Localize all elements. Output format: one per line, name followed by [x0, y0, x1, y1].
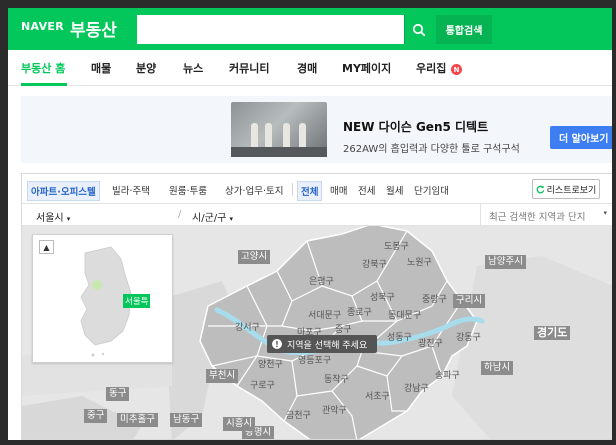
map-label-dongdaemun[interactable]: 동대문구 [388, 310, 421, 322]
map-label-jongno[interactable]: 종로구 [347, 307, 372, 319]
map-label-eunpyeong[interactable]: 은평구 [309, 276, 334, 288]
combined-search-button[interactable]: 통합검색 [436, 15, 492, 44]
map-label-namyangju[interactable]: 남양주시 [485, 255, 526, 269]
map-label-junggu-incheon[interactable]: 중구 [84, 409, 108, 423]
filter-commercial[interactable]: 상가·업무·토지 [222, 181, 286, 199]
map-label-namdong[interactable]: 남동구 [170, 413, 203, 427]
nav-item-home[interactable]: 부동산 홈 [21, 60, 65, 76]
map-label-gangbuk[interactable]: 강북구 [362, 259, 387, 271]
deal-jeonse[interactable]: 전세 [355, 181, 378, 199]
tooltip-text: 지역을 선택해 주세요 [287, 340, 368, 351]
ad-learn-more-button[interactable]: 더 알아보기 › [550, 126, 612, 149]
deal-monthly[interactable]: 월세 [383, 181, 406, 199]
divider [292, 183, 293, 196]
filter-bar: 아파트·오피스텔 빌라·주택 원룸·투룸 상가·업무·토지 전체 매매 전세 월… [22, 174, 612, 204]
nav-item-listings[interactable]: 매물 [91, 60, 111, 76]
nav-item-myhome[interactable]: 우리집 [416, 60, 446, 76]
new-badge: N [451, 64, 462, 75]
map-label-jungnang[interactable]: 중랑구 [422, 294, 447, 306]
select-region-tooltip: ! 지역을 선택해 주세요 [267, 335, 377, 353]
map-label-seongbuk[interactable]: 성북구 [370, 292, 395, 304]
list-view-label: 리스트로보기 [546, 185, 597, 196]
city-select[interactable]: 서울시 ▾ [36, 209, 70, 224]
info-icon: ! [272, 339, 282, 349]
map-label-geumcheon[interactable]: 금천구 [286, 410, 311, 422]
minimap[interactable]: ▲ 서울특 [32, 234, 173, 363]
ad-title: NEW 다이슨 Gen5 디텍트 [343, 120, 489, 134]
search-input[interactable] [137, 15, 404, 44]
map-label-gwanak[interactable]: 관악구 [322, 405, 347, 417]
nav-item-community[interactable]: 커뮤니티 [229, 60, 269, 76]
ad-banner[interactable]: NEW 다이슨 Gen5 디텍트 262AW의 흡입력과 다양한 툴로 구석구석… [21, 96, 612, 163]
map-label-dobong[interactable]: 도봉구 [384, 241, 409, 253]
recent-searches-label: 최근 검색한 지역과 단지 [489, 212, 586, 223]
filter-apt-officetel[interactable]: 아파트·오피스텔 [27, 181, 100, 201]
minimap-current-region: 서울특 [123, 294, 151, 308]
chevron-down-icon: ▾ [66, 215, 71, 223]
region-separator: / [178, 209, 182, 220]
deal-sale[interactable]: 매매 [327, 181, 350, 199]
nav-item-news[interactable]: 뉴스 [183, 60, 203, 76]
map-label-hanam[interactable]: 하남시 [481, 361, 514, 375]
map-label-nowon[interactable]: 노원구 [407, 257, 432, 269]
map-label-seodaemun[interactable]: 서대문구 [308, 310, 341, 322]
header: NAVER 부동산 통합검색 [8, 8, 612, 50]
recent-searches-dropdown[interactable]: 최근 검색한 지역과 단지 ▾ [480, 204, 612, 226]
district-select[interactable]: 시/군/구 ▾ [192, 209, 233, 224]
map-label-bucheon[interactable]: 부천시 [206, 369, 239, 383]
nav-item-auction[interactable]: 경매 [297, 60, 317, 76]
active-tab-indicator [21, 83, 67, 86]
map-label-guri[interactable]: 구리시 [453, 294, 486, 308]
city-select-label: 서울시 [36, 213, 64, 224]
filter-villa-house[interactable]: 빌라·주택 [109, 181, 153, 199]
map-label-yeongdeungpo[interactable]: 영등포구 [298, 355, 331, 367]
deal-all[interactable]: 전체 [297, 181, 323, 201]
map-label-michuhol[interactable]: 미추홀구 [117, 413, 158, 427]
map-label-seongdong[interactable]: 성동구 [387, 332, 412, 344]
filter-oneroom[interactable]: 원룸·투룸 [166, 181, 210, 199]
service-title[interactable]: 부동산 [70, 16, 117, 41]
chevron-down-icon: ▾ [229, 215, 234, 223]
ad-image [231, 102, 327, 157]
map-label-yangcheon[interactable]: 양천구 [258, 359, 283, 371]
search-button[interactable] [404, 15, 433, 44]
map-label-seocho[interactable]: 서초구 [365, 391, 390, 403]
map-label-dongjak[interactable]: 동작구 [324, 374, 349, 386]
refresh-icon [536, 185, 544, 193]
nav-item-mypage[interactable]: MY페이지 [342, 60, 391, 76]
map-label-siheung[interactable]: 시흥시 [223, 417, 256, 431]
naver-logo[interactable]: NAVER [21, 20, 64, 33]
map-label-gyeonggi[interactable]: 경기도 [534, 326, 571, 340]
map-label-gangseo[interactable]: 강서구 [235, 322, 260, 334]
map-label-gwangjin[interactable]: 광진구 [418, 338, 443, 350]
region-bar: 서울시 ▾ / 시/군/구 ▾ 최근 검색한 지역과 단지 ▾ [22, 204, 612, 226]
search-icon [412, 23, 426, 36]
chevron-down-icon: ▾ [603, 209, 607, 217]
deal-short-term[interactable]: 단기임대 [411, 181, 452, 199]
map-label-gangnam[interactable]: 강남구 [404, 383, 429, 395]
map-label-songpa[interactable]: 송파구 [435, 370, 460, 382]
browser-viewport: NAVER 부동산 통합검색 부동산 홈 매물 분양 뉴스 커뮤니티 경매 MY… [8, 8, 612, 440]
list-view-button[interactable]: 리스트로보기 [532, 179, 600, 199]
map-label-gangdong[interactable]: 강동구 [456, 332, 481, 344]
main-nav: 부동산 홈 매물 분양 뉴스 커뮤니티 경매 MY페이지 우리집 N [8, 50, 612, 86]
district-select-label: 시/군/구 [192, 213, 227, 224]
korea-minimap-shape [80, 246, 132, 357]
nav-item-presale[interactable]: 분양 [136, 60, 156, 76]
map-label-donggu[interactable]: 동구 [106, 387, 130, 401]
map-label-goyang[interactable]: 고양시 [238, 250, 271, 264]
map-label-guro[interactable]: 구로구 [250, 380, 275, 392]
ad-description: 262AW의 흡입력과 다양한 툴로 구석구석 [343, 144, 520, 155]
map-panel: 아파트·오피스텔 빌라·주택 원룸·투룸 상가·업무·토지 전체 매매 전세 월… [21, 173, 612, 440]
